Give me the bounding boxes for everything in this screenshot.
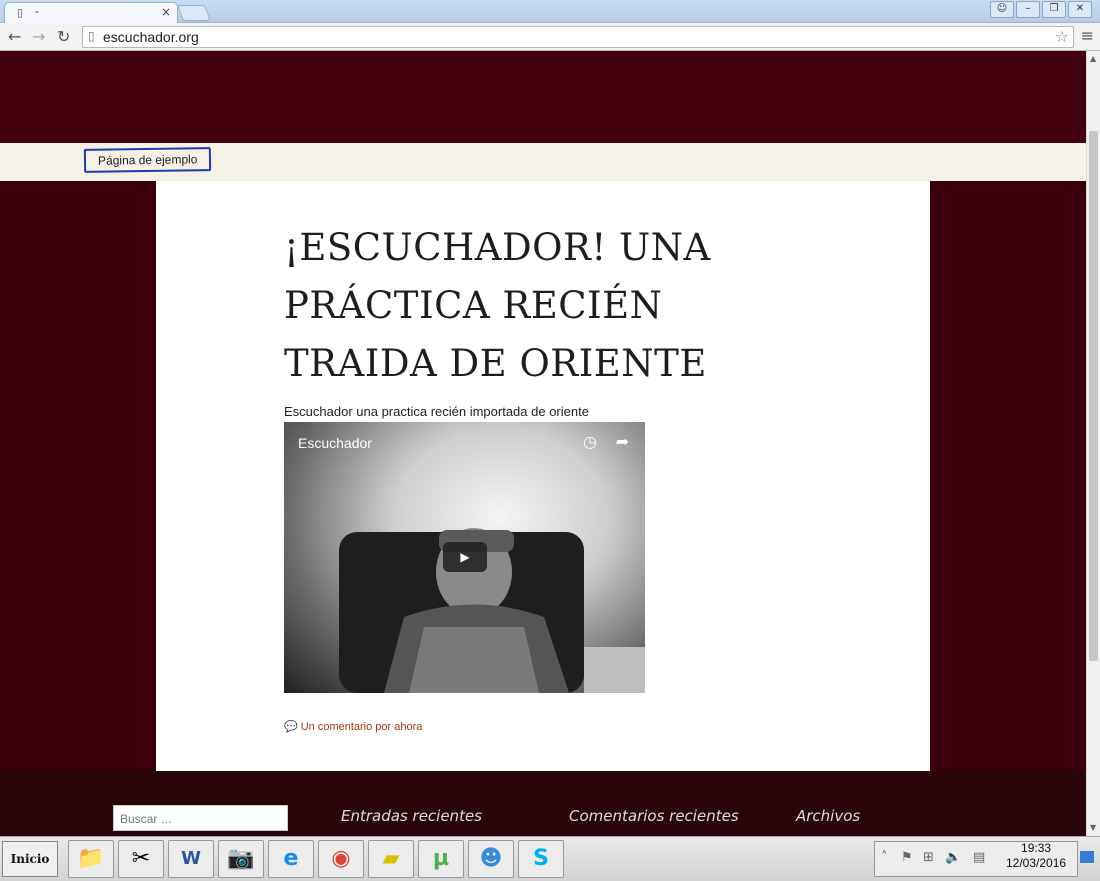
- forward-icon[interactable]: →: [32, 27, 45, 46]
- web-page: Página de ejemplo ¡ESCUCHADOR! UNA PRÁCT…: [0, 51, 1086, 836]
- watch-later-icon[interactable]: ◷: [583, 432, 597, 451]
- search-input[interactable]: Buscar …: [113, 805, 288, 831]
- address-bar[interactable]: ▯ escuchador.org ☆: [82, 26, 1074, 48]
- footer-heading-recent-comments: Comentarios recientes: [569, 807, 739, 825]
- video-embed[interactable]: Escuchador ◷ ➦ ▶: [284, 422, 645, 693]
- device-icon[interactable]: ▤: [973, 850, 985, 865]
- play-button[interactable]: ▶: [443, 542, 487, 572]
- snipping-icon[interactable]: ✂: [118, 840, 164, 878]
- nav-link-sample-page[interactable]: Página de ejemplo: [83, 147, 212, 173]
- internet-explorer-icon[interactable]: e: [268, 840, 314, 878]
- network-icon[interactable]: ⊞: [923, 850, 934, 865]
- tab-strip: ▯ - × ☺ – ❐ ✕: [0, 0, 1100, 23]
- page-icon: ▯: [88, 29, 95, 43]
- site-header: [0, 51, 1086, 143]
- messenger-icon[interactable]: ☻: [468, 840, 514, 878]
- site-footer: Buscar … Entradas recientes Comentarios …: [0, 771, 1086, 836]
- comments-link-text: Un comentario por ahora: [300, 721, 423, 733]
- restore-icon[interactable]: ❐: [1042, 1, 1066, 18]
- close-tab-icon[interactable]: ×: [161, 5, 171, 19]
- url-text: escuchador.org: [103, 29, 199, 45]
- skype-icon[interactable]: S: [518, 840, 564, 878]
- word-icon[interactable]: W: [168, 840, 214, 878]
- camera-icon[interactable]: 📷: [218, 840, 264, 878]
- clock[interactable]: 19:33 12/03/2016: [1006, 841, 1066, 871]
- volume-icon[interactable]: 🔈: [945, 850, 961, 865]
- clock-time: 19:33: [1021, 841, 1052, 855]
- page-scrollbar[interactable]: ▲ ▼: [1086, 51, 1100, 836]
- post-title: ¡ESCUCHADOR! UNA PRÁCTICA RECIÉN TRAIDA …: [284, 226, 711, 385]
- close-icon[interactable]: ✕: [1068, 1, 1092, 18]
- clock-date: 12/03/2016: [1006, 856, 1067, 870]
- scroll-up-icon[interactable]: ▲: [1090, 54, 1096, 63]
- active-tab[interactable]: ▯ - ×: [4, 2, 178, 23]
- post: ¡ESCUCHADOR! UNA PRÁCTICA RECIÉN TRAIDA …: [156, 181, 930, 771]
- post-text: Escuchador una practica recién importada…: [284, 404, 589, 419]
- footer-heading-archives: Archivos: [796, 807, 861, 825]
- show-hidden-icons-icon[interactable]: ˄: [881, 850, 888, 865]
- person-icon[interactable]: ☺: [990, 1, 1014, 18]
- back-icon[interactable]: ←: [8, 27, 21, 46]
- video-title: Escuchador: [298, 435, 372, 451]
- tab-title: -: [35, 6, 39, 18]
- flag-icon[interactable]: ⚑: [901, 850, 913, 865]
- utorrent-icon[interactable]: µ: [418, 840, 464, 878]
- scroll-thumb[interactable]: [1089, 131, 1098, 661]
- comment-bubble-icon: 💬: [284, 721, 298, 733]
- share-icon[interactable]: ➦: [616, 432, 629, 451]
- site-nav: Página de ejemplo: [0, 143, 1086, 181]
- minimize-icon[interactable]: –: [1016, 1, 1040, 18]
- scroll-down-icon[interactable]: ▼: [1090, 823, 1096, 832]
- sticky-notes-icon[interactable]: ▰: [368, 840, 414, 878]
- new-tab-button[interactable]: [177, 5, 211, 21]
- start-button[interactable]: Inicio: [2, 841, 58, 877]
- page-icon: ▯: [17, 6, 24, 19]
- footer-heading-recent-posts: Entradas recientes: [341, 807, 482, 825]
- start-label: Inicio: [10, 852, 50, 866]
- show-desktop-button[interactable]: [1080, 851, 1094, 863]
- comments-link[interactable]: 💬 Un comentario por ahora: [284, 720, 422, 733]
- browser-toolbar: ← → ↻ ▯ escuchador.org ☆ ≡: [0, 23, 1100, 51]
- chrome-icon[interactable]: ◉: [318, 840, 364, 878]
- taskbar: Inicio 📁 ✂ W 📷 e ◉ ▰ µ ☻ S ˄ ⚑ ⊞ 🔈 ▤ 19:…: [0, 836, 1100, 881]
- reload-icon[interactable]: ↻: [57, 27, 70, 46]
- explorer-icon[interactable]: 📁: [68, 840, 114, 878]
- window-controls: ☺ – ❐ ✕: [990, 1, 1092, 18]
- bookmark-star-icon[interactable]: ☆: [1055, 27, 1069, 46]
- menu-icon[interactable]: ≡: [1081, 26, 1094, 45]
